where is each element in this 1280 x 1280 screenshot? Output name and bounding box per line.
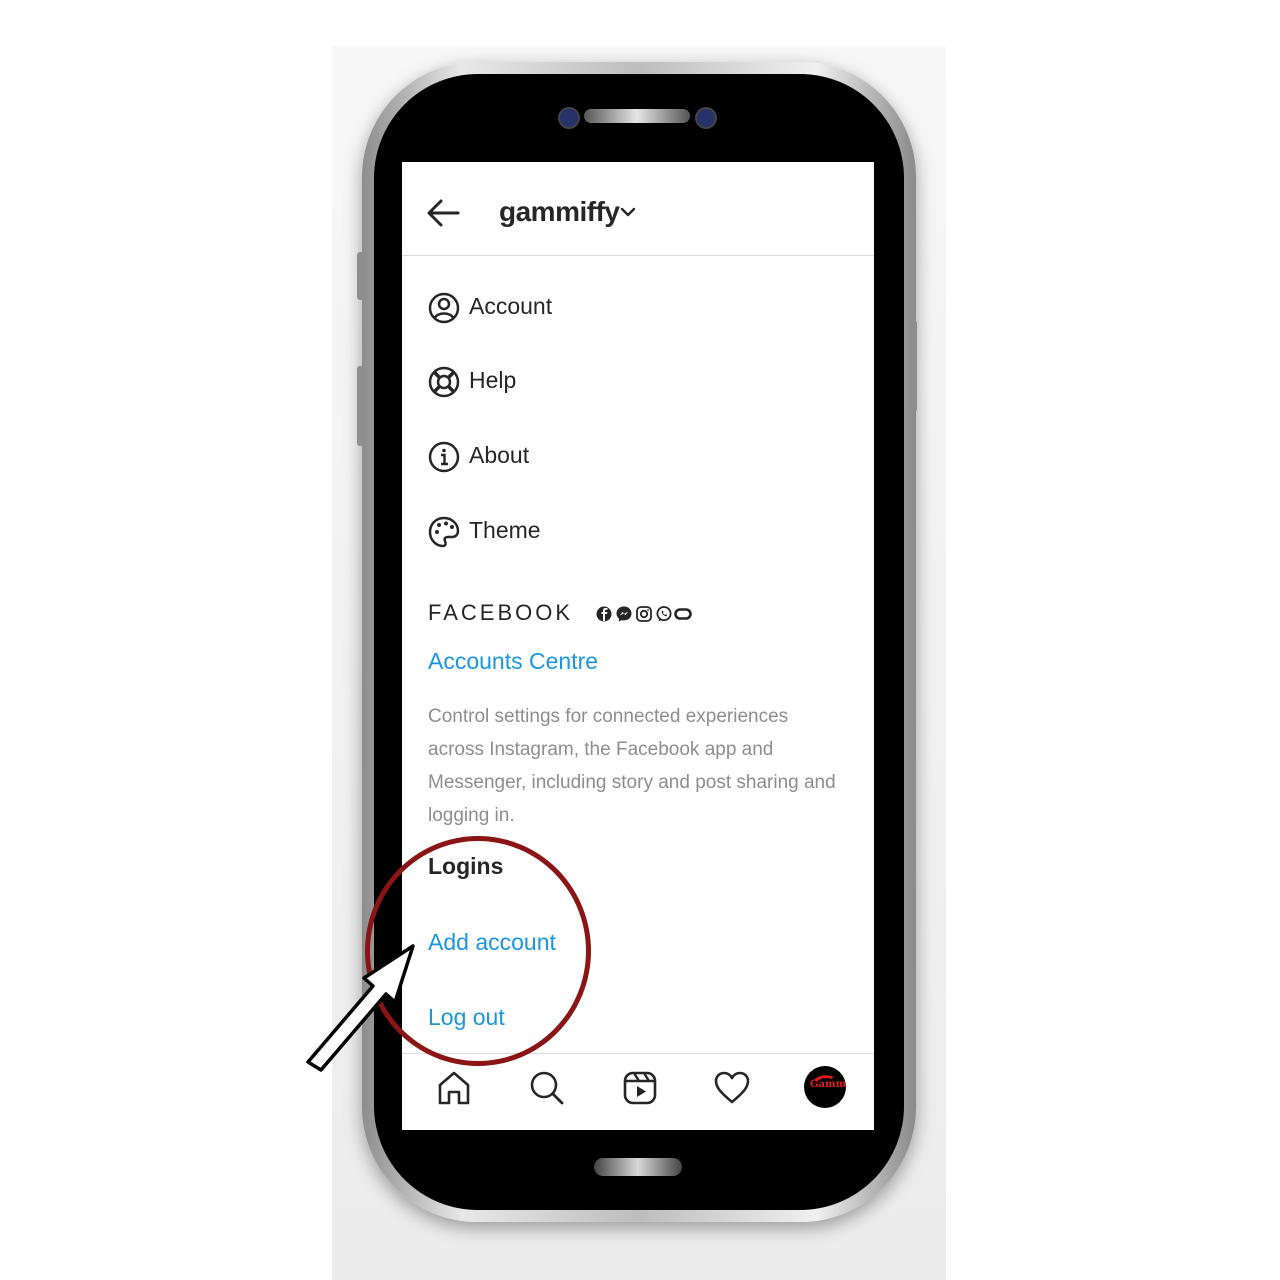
menu-item-theme-label: Theme bbox=[469, 517, 541, 543]
profile-avatar[interactable]: Gamm bbox=[804, 1066, 846, 1108]
back-arrow-icon[interactable] bbox=[426, 198, 460, 228]
whatsapp-icon bbox=[656, 606, 672, 622]
home-icon[interactable] bbox=[434, 1068, 474, 1108]
oculus-icon bbox=[674, 608, 692, 620]
menu-item-help[interactable]: Help bbox=[428, 362, 848, 402]
chevron-down-icon[interactable] bbox=[620, 204, 636, 220]
palette-icon bbox=[428, 516, 460, 548]
menu-item-account-label: Account bbox=[469, 293, 553, 319]
front-camera-left bbox=[558, 107, 580, 129]
menu-item-account[interactable]: Account bbox=[428, 288, 848, 328]
messenger-icon bbox=[616, 606, 632, 622]
annotation-arrow-icon bbox=[306, 944, 415, 1072]
settings-header: gammiffy bbox=[402, 162, 874, 256]
accounts-centre-description: Control settings for connected experienc… bbox=[428, 706, 836, 826]
facebook-brand-row: FACEBOOK bbox=[428, 600, 728, 628]
account-circle-icon bbox=[428, 292, 460, 324]
front-camera-right bbox=[695, 107, 717, 129]
facebook-icon bbox=[596, 606, 612, 622]
avatar-text: Gamm bbox=[810, 1079, 846, 1090]
heart-icon[interactable] bbox=[712, 1068, 752, 1108]
search-icon[interactable] bbox=[527, 1068, 567, 1108]
home-hardware-button bbox=[594, 1158, 682, 1176]
lifebuoy-icon bbox=[428, 366, 460, 398]
menu-item-about-label: About bbox=[469, 442, 530, 468]
facebook-wordmark: FACEBOOK bbox=[428, 600, 574, 625]
menu-item-about[interactable]: About bbox=[428, 437, 848, 477]
info-icon bbox=[428, 441, 460, 473]
volume-down-button bbox=[357, 366, 365, 446]
instagram-icon bbox=[636, 606, 652, 622]
volume-up-button bbox=[357, 252, 365, 300]
power-button bbox=[910, 320, 917, 412]
facebook-family-icons bbox=[596, 606, 692, 622]
earpiece-speaker bbox=[584, 109, 690, 123]
account-switcher-username[interactable]: gammiffy bbox=[499, 196, 620, 228]
menu-item-help-label: Help bbox=[469, 367, 517, 393]
menu-item-theme[interactable]: Theme bbox=[428, 512, 848, 552]
reels-icon[interactable] bbox=[620, 1068, 660, 1108]
accounts-centre-link[interactable]: Accounts Centre bbox=[428, 648, 598, 675]
